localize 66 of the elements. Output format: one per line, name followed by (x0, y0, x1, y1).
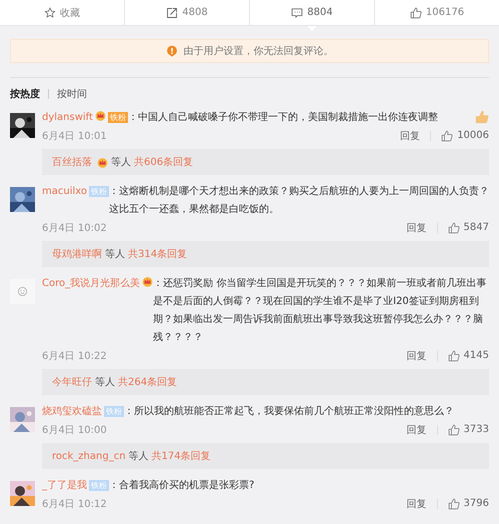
comment-time: 6月4日 10:22 (42, 350, 107, 362)
thumbs-up-icon (448, 498, 460, 510)
comment-time: 6月4日 10:01 (42, 130, 107, 142)
comment-text: ：合着我高价买的机票是张彩票? (109, 478, 256, 493)
comment-text: ：还惩罚奖励 你当留学生回国是开玩笑的？？？如果前一班或者前几班出事是不是后面的人倒霉？？现在回国的学生谁不是毕了业I20签证到期房租到期？如果临出发一周告诉我前面航班出事导致我这班暂停我怎么办？？？脑残？？？？ (153, 276, 488, 345)
comment-time: 6月4日 10:02 (42, 222, 107, 234)
reply-others-text: 等人 (128, 450, 149, 463)
thumbs-up-icon (448, 222, 460, 234)
reply-link[interactable]: 回复 (406, 348, 427, 362)
comment-icon (291, 6, 304, 18)
thumbs-up-icon (448, 424, 460, 436)
share-icon (166, 6, 178, 18)
thumbs-up-icon (448, 350, 460, 362)
user-name[interactable]: Coro_我说月光那么美 (42, 275, 140, 293)
fan-badge: 铁粉 (104, 406, 124, 417)
action-label: 收藏 (60, 6, 80, 20)
thumbs-up-icon (441, 130, 454, 142)
reply-user-name[interactable]: 母鸡港咩啊 (52, 247, 102, 261)
like-button[interactable]: 10006 (441, 130, 489, 142)
reply-link[interactable]: 回复 (406, 496, 427, 510)
fan-badge: 铁粉 (108, 112, 128, 123)
comment-text: ：中国人自己喊破嗓子你不带理一下的，美国制裁措施一出你连夜调整 (128, 110, 439, 125)
warning-icon (166, 45, 178, 57)
fan-badge: 铁粉 (89, 480, 109, 491)
reply-link[interactable]: 回复 (406, 220, 427, 234)
reply-count-link[interactable]: 共264条回复 (118, 375, 178, 389)
notice-text: 由于用户设置，你无法回复评论。 (184, 44, 334, 58)
like-button[interactable]: 5847 (448, 222, 489, 234)
user-name[interactable]: dylanswift (42, 109, 93, 127)
sort-tab[interactable]: 按热度 (10, 87, 40, 101)
reply-others-text: 等人 (111, 156, 131, 169)
reply-link[interactable]: 回复 (406, 422, 427, 436)
reply-link[interactable]: 回复 (400, 128, 420, 142)
action-label: 8804 (307, 7, 333, 18)
sort-tab[interactable]: 按时间 (57, 87, 87, 101)
action-tab[interactable]: 4808 (124, 0, 249, 25)
action-tab[interactable]: 8804 (249, 0, 374, 25)
action-tab[interactable]: 106176 (374, 0, 499, 25)
star-icon (44, 6, 56, 18)
user-name[interactable]: _了了是我 (42, 477, 87, 495)
action-label: 106176 (426, 7, 464, 18)
reply-user-name[interactable]: rock_zhang_cn (52, 450, 126, 462)
reply-user-name[interactable]: 百丝括落 (52, 155, 92, 169)
crown-icon (142, 276, 154, 287)
thumbs-up-icon (475, 110, 489, 124)
reply-count-link[interactable]: 共314条回复 (128, 247, 188, 261)
comment-text: ：这熔断机制是哪个天才想出来的政策？购买之后航班的人要为上一周回国的人负责？这比五个一还蠢，果然都是白吃饭的。 (109, 184, 489, 217)
action-label: 4808 (182, 7, 208, 18)
fan-badge: 铁粉 (89, 186, 109, 197)
comment-text: ：所以我的航班能否正常起飞，我要保佑前几个航班正常没阳性的意思么？ (124, 404, 455, 419)
comment-time: 6月4日 10:00 (42, 424, 107, 436)
like-button[interactable]: 3733 (448, 424, 489, 436)
thumbs-up-icon (410, 6, 422, 18)
comment-time: 6月4日 10:12 (42, 498, 107, 510)
like-button[interactable]: 4145 (448, 350, 489, 362)
crown-icon (94, 110, 106, 121)
action-tab[interactable]: 收藏 (0, 0, 124, 25)
reply-others-text: 等人 (95, 376, 115, 389)
like-button[interactable]: 3796 (448, 498, 489, 510)
user-name[interactable]: 烧鸡玺欢磕盐 (42, 403, 102, 421)
default-avatar-icon (10, 279, 35, 304)
reply-user-name[interactable]: 今年旺仔 (52, 375, 92, 389)
reply-count-link[interactable]: 共606条回复 (134, 155, 194, 169)
user-name[interactable]: macuilxo (42, 183, 87, 201)
reply-others-text: 等人 (105, 248, 125, 261)
reply-count-link[interactable]: 共174条回复 (152, 449, 211, 463)
